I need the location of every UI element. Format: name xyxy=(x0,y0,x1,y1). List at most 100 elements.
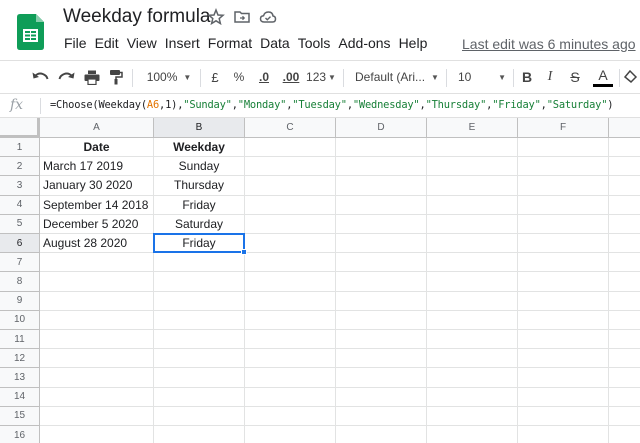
cell-f13[interactable] xyxy=(518,368,609,388)
font-family-select[interactable]: Default (Ari... ▼ xyxy=(352,61,442,93)
cell-f16[interactable] xyxy=(518,426,609,443)
cell-a4[interactable]: September 14 2018 xyxy=(40,195,154,215)
row-header-12[interactable]: 12 xyxy=(0,349,40,369)
menu-file[interactable]: File xyxy=(60,35,91,55)
row-header-8[interactable]: 8 xyxy=(0,272,40,292)
menu-add-ons[interactable]: Add-ons xyxy=(334,35,394,55)
menu-data[interactable]: Data xyxy=(256,35,294,55)
cell-overflow[interactable] xyxy=(609,176,640,196)
cell-a13[interactable] xyxy=(40,368,154,388)
cell-c6[interactable] xyxy=(245,234,336,254)
cell-f5[interactable] xyxy=(518,214,609,234)
cell-c13[interactable] xyxy=(245,368,336,388)
column-header-a[interactable]: A xyxy=(40,118,154,138)
cell-c14[interactable] xyxy=(245,387,336,407)
cell-a8[interactable] xyxy=(40,272,154,292)
column-header-d[interactable]: D xyxy=(336,118,427,138)
cell-overflow[interactable] xyxy=(609,426,640,443)
cell-a11[interactable] xyxy=(40,330,154,350)
cell-f6[interactable] xyxy=(518,234,609,254)
cell-c7[interactable] xyxy=(245,253,336,273)
cell-e8[interactable] xyxy=(427,272,518,292)
cell-b8[interactable] xyxy=(154,272,245,292)
cell-f14[interactable] xyxy=(518,387,609,407)
cell-c1[interactable] xyxy=(245,138,336,158)
cell-e2[interactable] xyxy=(427,157,518,177)
row-header-2[interactable]: 2 xyxy=(0,157,40,177)
cell-a15[interactable] xyxy=(40,406,154,426)
cell-d11[interactable] xyxy=(336,330,427,350)
font-size-select[interactable]: 10 ▼ xyxy=(452,61,512,93)
cell-a3[interactable]: January 30 2020 xyxy=(40,176,154,196)
cell-f10[interactable] xyxy=(518,310,609,330)
cell-e3[interactable] xyxy=(427,176,518,196)
column-header-b[interactable]: B xyxy=(154,118,245,138)
cell-d13[interactable] xyxy=(336,368,427,388)
star-icon[interactable] xyxy=(207,8,225,26)
cell-a6[interactable]: August 28 2020 xyxy=(40,234,154,254)
cell-c16[interactable] xyxy=(245,426,336,443)
cell-f11[interactable] xyxy=(518,330,609,350)
fill-color-button[interactable] xyxy=(624,61,640,93)
cell-a7[interactable] xyxy=(40,253,154,273)
cell-overflow[interactable] xyxy=(609,196,640,215)
row-header-5[interactable]: 5 xyxy=(0,214,40,234)
cell-e10[interactable] xyxy=(427,310,518,330)
row-header-6[interactable]: 6 xyxy=(0,234,40,254)
redo-button[interactable] xyxy=(55,61,79,93)
cell-f9[interactable] xyxy=(518,291,609,311)
bold-button[interactable]: B xyxy=(518,61,536,93)
cell-c2[interactable] xyxy=(245,157,336,177)
move-to-folder-icon[interactable] xyxy=(233,8,251,26)
print-button[interactable] xyxy=(80,61,104,93)
cell-overflow[interactable] xyxy=(609,349,640,369)
cell-e4[interactable] xyxy=(427,195,518,215)
cell-overflow[interactable] xyxy=(609,368,640,388)
text-color-button[interactable]: A xyxy=(592,61,614,93)
increase-decimal-button[interactable]: .00 xyxy=(279,61,303,93)
row-header-16[interactable]: 16 xyxy=(0,426,40,443)
fill-handle[interactable] xyxy=(241,249,247,256)
menu-format[interactable]: Format xyxy=(204,35,256,55)
more-formats-select[interactable]: 123 ▼ xyxy=(305,61,337,93)
cell-d1[interactable] xyxy=(336,138,427,158)
cell-d2[interactable] xyxy=(336,157,427,177)
formula-input[interactable]: =Choose(Weekday(A6,1),"Sunday","Monday",… xyxy=(50,99,614,111)
cell-b5[interactable]: Saturday xyxy=(154,214,245,234)
cell-e13[interactable] xyxy=(427,368,518,388)
spreadsheet-grid[interactable]: A B C D E F 1 Date Weekday 2 March 17 2019 Sunday 3 J… xyxy=(0,118,640,443)
cell-a10[interactable] xyxy=(40,310,154,330)
cell-c11[interactable] xyxy=(245,330,336,350)
cell-e12[interactable] xyxy=(427,349,518,369)
row-header-4[interactable]: 4 xyxy=(0,195,40,215)
menu-edit[interactable]: Edit xyxy=(91,35,123,55)
row-header-9[interactable]: 9 xyxy=(0,291,40,311)
cell-b14[interactable] xyxy=(154,387,245,407)
cell-d14[interactable] xyxy=(336,387,427,407)
cell-f4[interactable] xyxy=(518,195,609,215)
cell-f2[interactable] xyxy=(518,157,609,177)
percent-format-button[interactable]: % xyxy=(230,61,248,93)
cell-c15[interactable] xyxy=(245,406,336,426)
currency-format-button[interactable]: £ xyxy=(206,61,224,93)
cell-b3[interactable]: Thursday xyxy=(154,176,245,196)
cell-f7[interactable] xyxy=(518,253,609,273)
cell-b13[interactable] xyxy=(154,368,245,388)
cell-c9[interactable] xyxy=(245,291,336,311)
cell-d5[interactable] xyxy=(336,214,427,234)
cell-overflow[interactable] xyxy=(609,388,640,407)
cell-overflow[interactable] xyxy=(609,330,640,350)
cell-overflow[interactable] xyxy=(609,311,640,330)
select-all-corner[interactable] xyxy=(0,118,40,138)
cell-e5[interactable] xyxy=(427,214,518,234)
cell-overflow[interactable] xyxy=(609,157,640,177)
cell-e16[interactable] xyxy=(427,426,518,443)
cell-a16[interactable] xyxy=(40,426,154,443)
cell-d6[interactable] xyxy=(336,234,427,254)
cell-b11[interactable] xyxy=(154,330,245,350)
last-edit-link[interactable]: Last edit was 6 minutes ago xyxy=(462,36,636,52)
sheets-logo-icon[interactable] xyxy=(17,14,44,50)
cell-b6[interactable]: Friday xyxy=(154,234,245,254)
menu-insert[interactable]: Insert xyxy=(161,35,204,55)
cell-e11[interactable] xyxy=(427,330,518,350)
